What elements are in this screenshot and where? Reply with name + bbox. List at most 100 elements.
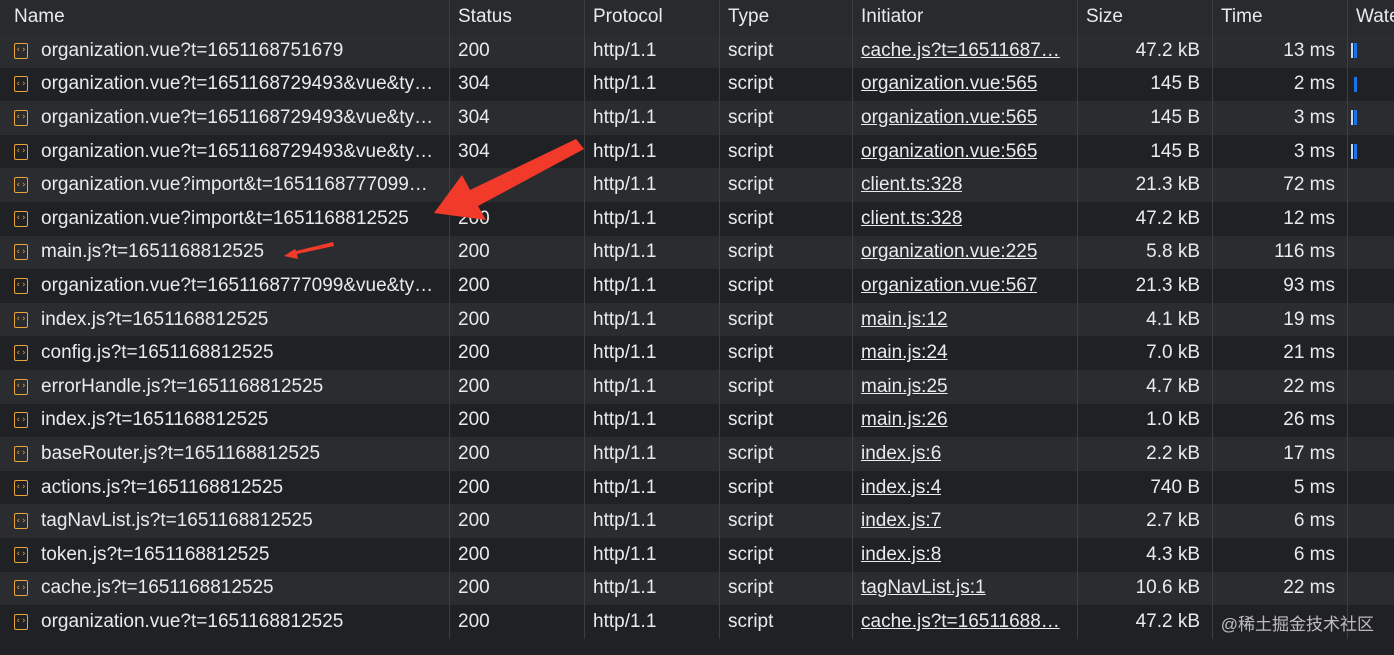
script-file-icon: ‹› bbox=[14, 546, 28, 563]
request-name-cell[interactable]: ‹› cache.js?t=1651168812525 bbox=[0, 571, 450, 606]
initiator-link[interactable]: cache.js?t=16511687… bbox=[861, 40, 1060, 62]
protocol-cell: http/1.1 bbox=[585, 470, 720, 505]
status-cell: 200 bbox=[450, 235, 585, 270]
request-name-cell[interactable]: ‹› main.js?t=1651168812525 bbox=[0, 235, 450, 270]
initiator-cell: client.ts:328 bbox=[853, 168, 1078, 202]
table-row[interactable]: ‹› organization.vue?t=1651168729493&vue&t… bbox=[0, 134, 1394, 169]
table-row[interactable]: ‹› actions.js?t=1651168812525 200 http/1.1 s… bbox=[0, 470, 1394, 505]
status-cell: 200 bbox=[450, 470, 585, 505]
table-row[interactable]: ‹› organization.vue?t=1651168812525 200 htt… bbox=[0, 605, 1394, 639]
script-file-icon: ‹› bbox=[14, 109, 28, 126]
request-name-cell[interactable]: ‹› index.js?t=1651168812525 bbox=[0, 403, 450, 438]
type-cell: script bbox=[720, 34, 853, 68]
script-file-icon: ‹› bbox=[14, 42, 28, 59]
request-name-cell[interactable]: ‹› errorHandle.js?t=1651168812525 bbox=[0, 370, 450, 404]
request-name-cell[interactable]: ‹› organization.vue?t=1651168812525 bbox=[0, 605, 450, 639]
status-cell: 200 bbox=[450, 269, 585, 303]
initiator-link[interactable]: organization.vue:565 bbox=[861, 73, 1037, 95]
column-header-time[interactable]: Time bbox=[1213, 0, 1348, 34]
initiator-cell: client.ts:328 bbox=[853, 202, 1078, 236]
table-row[interactable]: ‹› tagNavList.js?t=1651168812525 200 http/1… bbox=[0, 504, 1394, 538]
initiator-link[interactable]: index.js:4 bbox=[861, 477, 941, 499]
request-name-cell[interactable]: ‹› baseRouter.js?t=1651168812525 bbox=[0, 437, 450, 471]
initiator-link[interactable]: tagNavList.js:1 bbox=[861, 577, 986, 599]
status-cell bbox=[450, 168, 585, 202]
initiator-link[interactable]: client.ts:328 bbox=[861, 174, 962, 196]
initiator-cell: organization.vue:565 bbox=[853, 67, 1078, 102]
initiator-link[interactable]: organization.vue:565 bbox=[861, 107, 1037, 129]
request-name-cell[interactable]: ‹› organization.vue?import&t=165116877709… bbox=[0, 168, 450, 202]
table-row[interactable]: ‹› organization.vue?t=1651168729493&vue&t… bbox=[0, 67, 1394, 102]
status-cell: 304 bbox=[450, 101, 585, 135]
time-cell: 5 ms bbox=[1213, 470, 1348, 505]
initiator-link[interactable]: index.js:7 bbox=[861, 510, 941, 532]
table-row[interactable]: ‹› index.js?t=1651168812525 200 http/1.1 scr… bbox=[0, 403, 1394, 438]
initiator-link[interactable]: main.js:25 bbox=[861, 376, 948, 398]
request-name-cell[interactable]: ‹› actions.js?t=1651168812525 bbox=[0, 470, 450, 505]
size-cell: 1.0 kB bbox=[1078, 403, 1213, 438]
waterfall-cell bbox=[1348, 101, 1394, 135]
type-cell: script bbox=[720, 470, 853, 505]
column-header-waterfall[interactable]: Wate bbox=[1348, 0, 1394, 34]
type-cell: script bbox=[720, 101, 853, 135]
request-name: token.js?t=1651168812525 bbox=[41, 543, 270, 565]
protocol-cell: http/1.1 bbox=[585, 34, 720, 68]
time-cell: 22 ms bbox=[1213, 370, 1348, 404]
type-cell: script bbox=[720, 235, 853, 270]
initiator-link[interactable]: main.js:12 bbox=[861, 309, 948, 331]
request-name-cell[interactable]: ‹› config.js?t=1651168812525 bbox=[0, 336, 450, 370]
table-row[interactable]: ‹› cache.js?t=1651168812525 200 http/1.1 scr… bbox=[0, 571, 1394, 606]
initiator-link[interactable]: main.js:26 bbox=[861, 409, 948, 431]
table-row[interactable]: ‹› main.js?t=1651168812525 200 http/1.1 scri… bbox=[0, 235, 1394, 270]
time-cell: 19 ms bbox=[1213, 302, 1348, 337]
protocol-cell: http/1.1 bbox=[585, 605, 720, 639]
initiator-link[interactable]: index.js:8 bbox=[861, 544, 941, 566]
type-cell: script bbox=[720, 504, 853, 538]
request-name-cell[interactable]: ‹› tagNavList.js?t=1651168812525 bbox=[0, 504, 450, 538]
initiator-cell: index.js:8 bbox=[853, 538, 1078, 572]
initiator-link[interactable]: cache.js?t=16511688… bbox=[861, 611, 1060, 633]
initiator-link[interactable]: index.js:6 bbox=[861, 443, 941, 465]
request-name-cell[interactable]: ‹› organization.vue?t=1651168729493&vue&t… bbox=[0, 134, 450, 169]
column-header-type[interactable]: Type bbox=[720, 0, 853, 34]
request-name-cell[interactable]: ‹› organization.vue?t=1651168777099&vue&t… bbox=[0, 269, 450, 303]
request-name-cell[interactable]: ‹› organization.vue?import&t=165116881252… bbox=[0, 202, 450, 236]
column-header-status[interactable]: Status bbox=[450, 0, 585, 34]
status-cell: 200 bbox=[450, 336, 585, 370]
request-name-cell[interactable]: ‹› token.js?t=1651168812525 bbox=[0, 538, 450, 572]
initiator-link[interactable]: organization.vue:567 bbox=[861, 275, 1037, 297]
table-row[interactable]: ‹› organization.vue?t=1651168777099&vue&t… bbox=[0, 269, 1394, 303]
waterfall-bar bbox=[1354, 76, 1357, 92]
initiator-link[interactable]: client.ts:328 bbox=[861, 208, 962, 230]
waterfall-cell bbox=[1348, 303, 1394, 337]
column-header-protocol[interactable]: Protocol bbox=[585, 0, 720, 34]
initiator-link[interactable]: organization.vue:225 bbox=[861, 241, 1037, 263]
size-cell: 47.2 kB bbox=[1078, 605, 1213, 639]
column-header-name[interactable]: Name bbox=[0, 0, 450, 34]
initiator-link[interactable]: main.js:24 bbox=[861, 342, 948, 364]
table-row[interactable]: ‹› organization.vue?t=1651168751679 200 htt… bbox=[0, 34, 1394, 68]
time-cell: 6 ms bbox=[1213, 504, 1348, 538]
size-cell: 145 B bbox=[1078, 134, 1213, 169]
type-cell: script bbox=[720, 134, 853, 169]
table-row[interactable]: ‹› token.js?t=1651168812525 200 http/1.1 scr… bbox=[0, 538, 1394, 572]
table-row[interactable]: ‹› organization.vue?import&t=165116877709… bbox=[0, 168, 1394, 202]
table-row[interactable]: ‹› organization.vue?import&t=165116881252… bbox=[0, 202, 1394, 236]
table-row[interactable]: ‹› errorHandle.js?t=1651168812525 200 http/… bbox=[0, 370, 1394, 404]
request-name-cell[interactable]: ‹› organization.vue?t=1651168751679 bbox=[0, 34, 450, 68]
request-name-cell[interactable]: ‹› index.js?t=1651168812525 bbox=[0, 302, 450, 337]
table-row[interactable]: ‹› index.js?t=1651168812525 200 http/1.1 scr… bbox=[0, 302, 1394, 337]
script-file-icon: ‹› bbox=[14, 345, 28, 362]
initiator-link[interactable]: organization.vue:565 bbox=[861, 141, 1037, 163]
request-name-cell[interactable]: ‹› organization.vue?t=1651168729493&vue&t… bbox=[0, 101, 450, 135]
column-header-size[interactable]: Size bbox=[1078, 0, 1213, 34]
size-cell: 740 B bbox=[1078, 470, 1213, 505]
table-row[interactable]: ‹› organization.vue?t=1651168729493&vue&t… bbox=[0, 101, 1394, 135]
table-row[interactable]: ‹› config.js?t=1651168812525 200 http/1.1 sc… bbox=[0, 336, 1394, 370]
size-cell: 5.8 kB bbox=[1078, 235, 1213, 270]
protocol-cell: http/1.1 bbox=[585, 437, 720, 471]
initiator-cell: cache.js?t=16511687… bbox=[853, 34, 1078, 68]
request-name-cell[interactable]: ‹› organization.vue?t=1651168729493&vue&t… bbox=[0, 67, 450, 102]
table-row[interactable]: ‹› baseRouter.js?t=1651168812525 200 http/1… bbox=[0, 437, 1394, 471]
column-header-initiator[interactable]: Initiator bbox=[853, 0, 1078, 34]
